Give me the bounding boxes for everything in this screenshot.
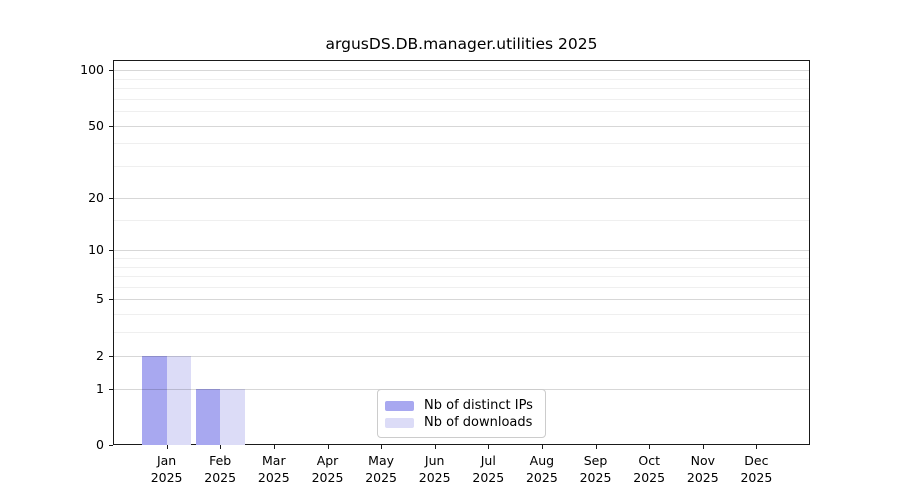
x-tick-year: 2025 (472, 469, 504, 486)
plot-area (113, 60, 810, 445)
x-tick-label: Jul2025 (472, 452, 504, 486)
y-gridline-minor (114, 88, 809, 89)
x-tick-year: 2025 (633, 469, 665, 486)
x-tick-label: Jan2025 (151, 452, 183, 486)
y-gridline-major (114, 70, 809, 71)
y-axis-tick (109, 299, 113, 300)
x-axis-tick (435, 445, 436, 449)
x-tick-month: Jul (472, 452, 504, 469)
x-axis-tick (381, 445, 382, 449)
x-axis-tick (596, 445, 597, 449)
x-tick-month: Jun (419, 452, 451, 469)
x-tick-label: Feb2025 (204, 452, 236, 486)
legend-swatch-distinct-ips (385, 401, 414, 411)
x-tick-label: Apr2025 (312, 452, 344, 486)
x-tick-month: Aug (526, 452, 558, 469)
y-gridline-minor (114, 143, 809, 144)
legend: Nb of distinct IPs Nb of downloads (377, 389, 546, 438)
x-tick-label: Mar2025 (258, 452, 290, 486)
y-tick-label: 100 (49, 62, 104, 78)
y-tick-label: 10 (49, 242, 104, 258)
x-axis-tick (220, 445, 221, 449)
y-tick-label: 20 (49, 190, 104, 206)
x-axis-tick (756, 445, 757, 449)
x-tick-month: Nov (687, 452, 719, 469)
y-tick-label: 2 (49, 348, 104, 364)
x-tick-month: Sep (580, 452, 612, 469)
x-tick-month: Feb (204, 452, 236, 469)
x-tick-label: Aug2025 (526, 452, 558, 486)
bar-nb-of-distinct-ips-feb (196, 389, 221, 445)
legend-swatch-downloads (385, 418, 414, 428)
x-tick-year: 2025 (740, 469, 772, 486)
x-tick-year: 2025 (365, 469, 397, 486)
y-axis-tick (109, 389, 113, 390)
y-axis-tick (109, 70, 113, 71)
x-axis-tick (542, 445, 543, 449)
y-tick-label: 0 (49, 437, 104, 453)
x-axis-tick (274, 445, 275, 449)
y-axis-tick (109, 250, 113, 251)
legend-entry-downloads: Nb of downloads (385, 414, 539, 431)
y-gridline-minor (114, 267, 809, 268)
x-tick-label: Nov2025 (687, 452, 719, 486)
figure: argusDS.DB.manager.utilities 2025 Nb of … (0, 0, 900, 500)
x-tick-label: May2025 (365, 452, 397, 486)
bar-nb-of-distinct-ips-jan (142, 356, 167, 445)
y-gridline-minor (114, 332, 809, 333)
y-gridline-major (114, 198, 809, 199)
legend-entry-distinct-ips: Nb of distinct IPs (385, 397, 539, 414)
x-axis-tick (649, 445, 650, 449)
y-gridline-minor (114, 258, 809, 259)
legend-label-downloads: Nb of downloads (424, 414, 532, 431)
y-tick-label: 50 (49, 118, 104, 134)
bar-nb-of-downloads-feb (220, 389, 245, 445)
y-gridline-minor (114, 276, 809, 277)
y-gridline-major (114, 250, 809, 251)
y-axis-tick (109, 445, 113, 446)
x-tick-label: Dec2025 (740, 452, 772, 486)
y-gridline-minor (114, 314, 809, 315)
x-tick-month: Apr (312, 452, 344, 469)
x-tick-year: 2025 (526, 469, 558, 486)
x-tick-year: 2025 (204, 469, 236, 486)
y-gridline-minor (114, 220, 809, 221)
legend-label-distinct-ips: Nb of distinct IPs (424, 397, 533, 414)
y-axis-tick (109, 126, 113, 127)
x-tick-year: 2025 (312, 469, 344, 486)
y-axis-tick (109, 356, 113, 357)
x-tick-month: Oct (633, 452, 665, 469)
y-gridline-minor (114, 111, 809, 112)
x-tick-month: Jan (151, 452, 183, 469)
y-gridline-minor (114, 166, 809, 167)
x-tick-year: 2025 (419, 469, 451, 486)
x-axis-tick (328, 445, 329, 449)
x-tick-month: May (365, 452, 397, 469)
y-gridline-minor (114, 99, 809, 100)
x-axis-tick (167, 445, 168, 449)
chart-title: argusDS.DB.manager.utilities 2025 (113, 35, 810, 53)
x-tick-month: Mar (258, 452, 290, 469)
x-tick-year: 2025 (151, 469, 183, 486)
y-tick-label: 1 (49, 381, 104, 397)
x-tick-label: Oct2025 (633, 452, 665, 486)
x-tick-year: 2025 (258, 469, 290, 486)
y-tick-label: 5 (49, 291, 104, 307)
y-gridline-minor (114, 79, 809, 80)
x-tick-year: 2025 (687, 469, 719, 486)
x-tick-year: 2025 (580, 469, 612, 486)
y-gridline-major (114, 299, 809, 300)
x-tick-label: Sep2025 (580, 452, 612, 486)
x-tick-label: Jun2025 (419, 452, 451, 486)
y-gridline-minor (114, 287, 809, 288)
y-gridline-major (114, 356, 809, 357)
x-tick-month: Dec (740, 452, 772, 469)
bar-nb-of-downloads-jan (167, 356, 192, 445)
y-axis-tick (109, 198, 113, 199)
x-axis-tick (488, 445, 489, 449)
x-axis-tick (703, 445, 704, 449)
y-gridline-major (114, 126, 809, 127)
